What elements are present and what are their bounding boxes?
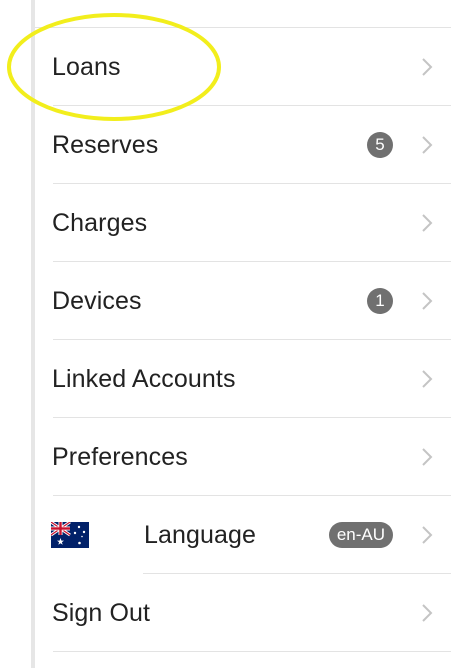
menu-item-loans[interactable]: Loans — [35, 28, 451, 106]
chevron-right-icon — [422, 526, 433, 544]
menu-item-label: Linked Accounts — [52, 364, 236, 393]
menu-item-label: Language — [144, 520, 257, 549]
chevron-right-icon — [422, 136, 433, 154]
menu-item-label: Reserves — [52, 130, 159, 159]
australia-flag-icon — [51, 522, 89, 548]
count-badge: 1 — [367, 288, 393, 314]
menu-item-charges[interactable]: Charges — [35, 184, 451, 262]
menu-item-language[interactable]: Language en-AU — [35, 496, 451, 574]
menu-item-reserves[interactable]: Reserves 5 — [35, 106, 451, 184]
menu-item-label: Loans — [52, 52, 121, 81]
menu-item-linked-accounts[interactable]: Linked Accounts — [35, 340, 451, 418]
menu-item-label: Preferences — [52, 442, 188, 471]
chevron-right-icon — [422, 292, 433, 310]
menu-item-label: Sign Out — [52, 598, 151, 627]
menu-item-devices[interactable]: Devices 1 — [35, 262, 451, 340]
account-menu-screen: Loans Reserves 5 Charges Devices 1 Linke… — [0, 0, 451, 668]
menu-item-preferences[interactable]: Preferences — [35, 418, 451, 496]
chevron-right-icon — [422, 58, 433, 76]
chevron-right-icon — [422, 604, 433, 622]
account-menu-list: Loans Reserves 5 Charges Devices 1 Linke… — [35, 28, 451, 652]
count-badge: 5 — [367, 132, 393, 158]
menu-item-sign-out[interactable]: Sign Out — [35, 574, 451, 652]
menu-item-label: Charges — [52, 208, 148, 237]
chevron-right-icon — [422, 370, 433, 388]
menu-item-label: Devices — [52, 286, 142, 315]
chevron-right-icon — [422, 448, 433, 466]
chevron-right-icon — [422, 214, 433, 232]
language-badge: en-AU — [328, 522, 393, 548]
